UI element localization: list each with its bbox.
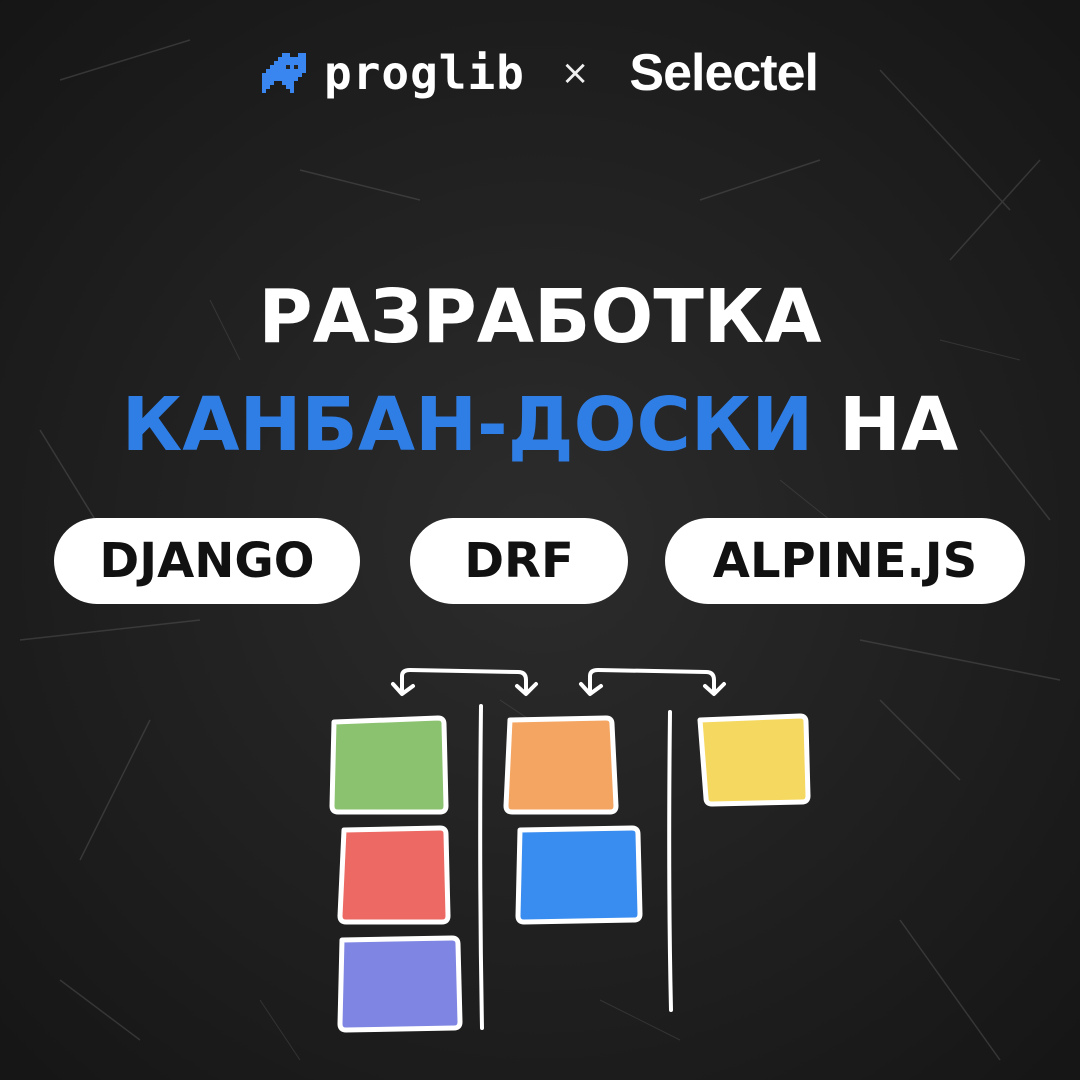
card-yellow (697, 713, 811, 807)
card-orange (503, 715, 619, 815)
column-divider-1 (478, 704, 484, 1030)
card-blue (515, 825, 643, 925)
column-divider-2 (667, 710, 673, 1012)
move-arrow-right (588, 668, 716, 692)
kanban-board-illustration (329, 668, 811, 1033)
card-green (329, 715, 449, 815)
move-arrow-left (400, 668, 528, 692)
card-red (337, 825, 451, 925)
card-purple (337, 935, 463, 1033)
